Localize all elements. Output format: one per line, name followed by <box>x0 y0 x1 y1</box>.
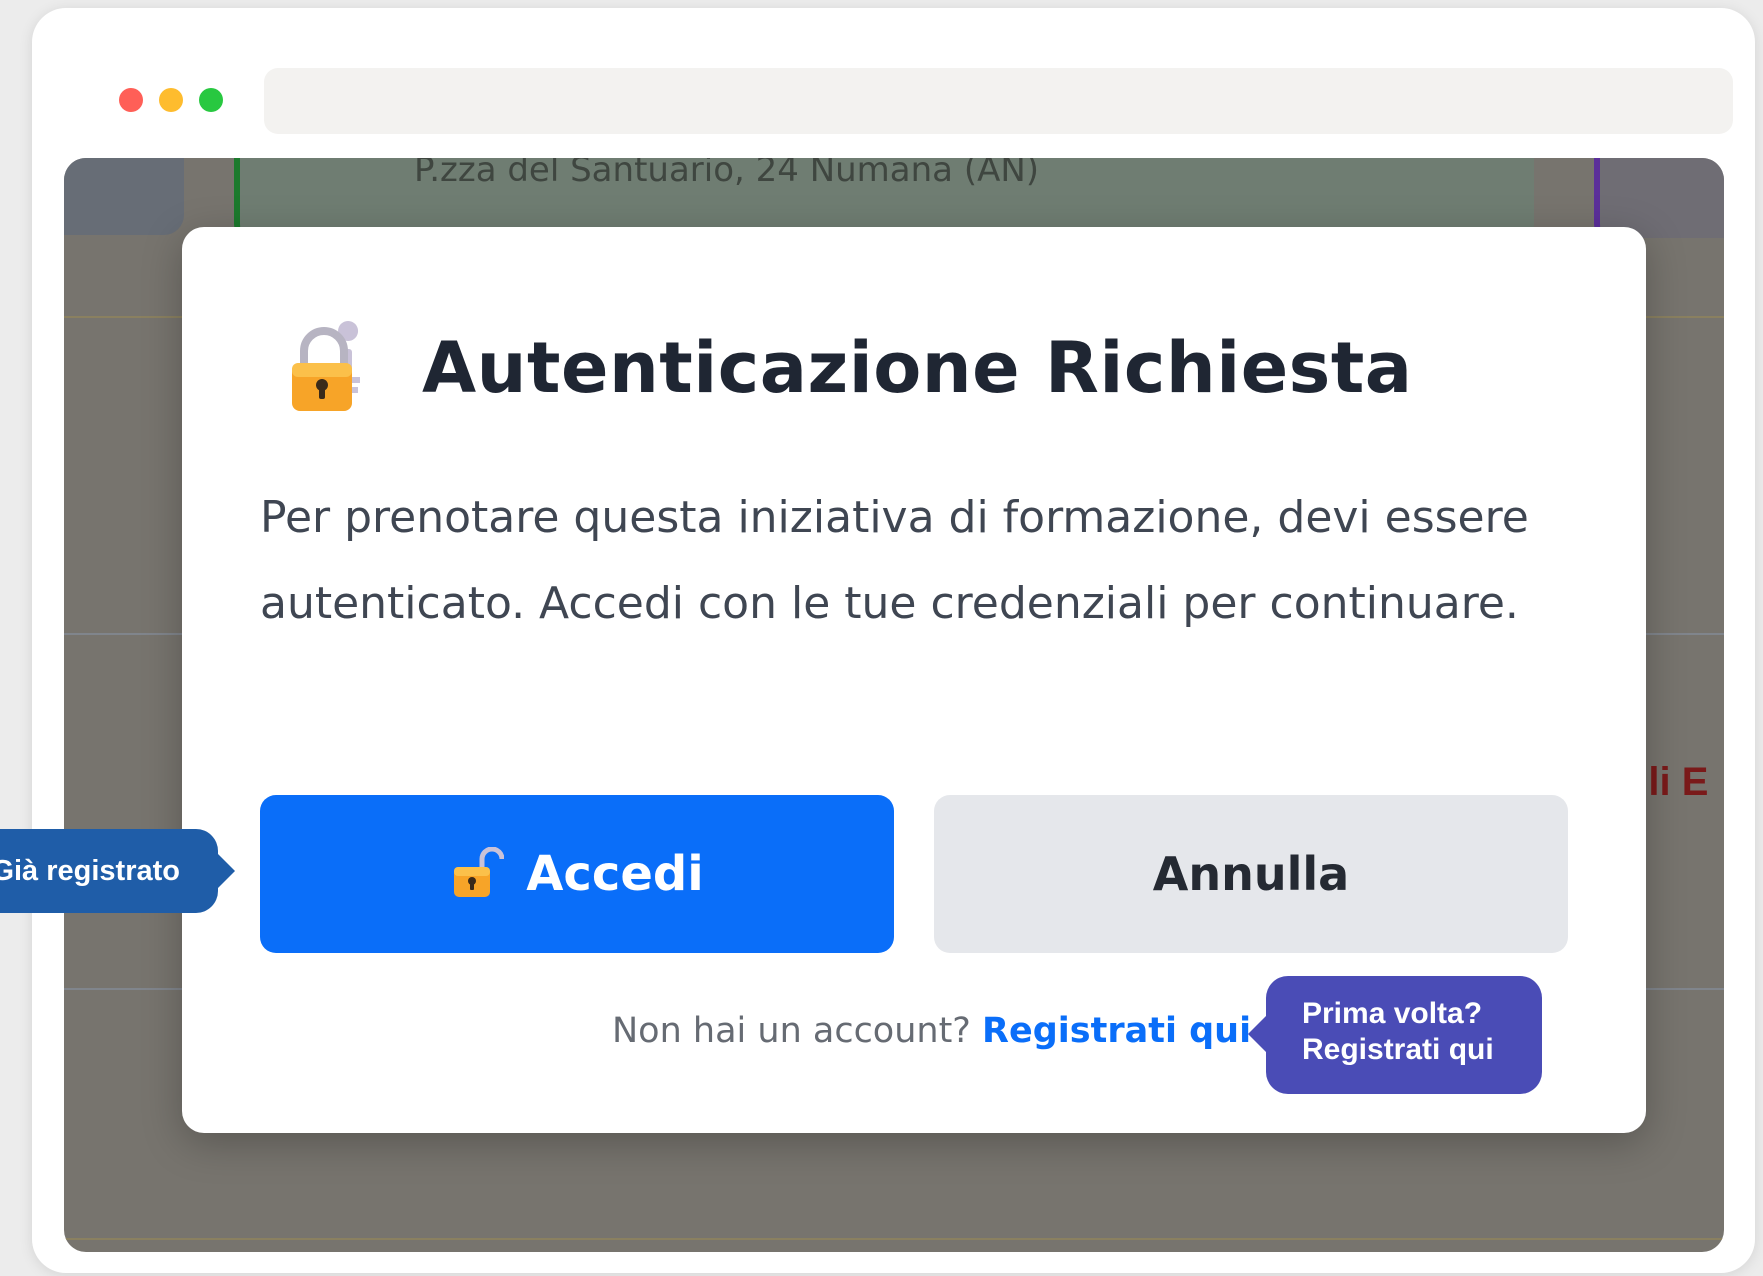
locked-with-key-icon <box>292 321 360 411</box>
address-bar[interactable] <box>264 68 1733 134</box>
background-card-left <box>64 158 184 235</box>
modal-title: Autenticazione Richiesta <box>422 327 1413 409</box>
tooltip-first-time: Prima volta? Registrati qui <box>1266 976 1542 1094</box>
cancel-button-label: Annulla <box>1152 847 1350 901</box>
tooltip-arrow <box>1248 1016 1266 1052</box>
unlocked-icon <box>454 847 505 897</box>
register-link[interactable]: Registrati qui <box>982 1011 1251 1051</box>
cancel-button[interactable]: Annulla <box>934 795 1568 953</box>
background-address-text: P.zza del Santuario, 24 Numana (AN) <box>414 158 1040 190</box>
tooltip-already-registered: Già registrato <box>0 829 218 913</box>
window-close-dot[interactable] <box>119 88 143 112</box>
register-prompt-text: Non hai un account? <box>612 1011 971 1051</box>
tooltip-first-time-line2: Registrati qui <box>1302 1033 1494 1066</box>
window-minimize-dot[interactable] <box>159 88 183 112</box>
tooltip-first-time-line1: Prima volta? <box>1302 997 1483 1030</box>
background-card-right <box>1594 158 1724 238</box>
modal-message: Per prenotare questa iniziativa di forma… <box>260 492 1529 629</box>
window-maximize-dot[interactable] <box>199 88 223 112</box>
login-button[interactable]: Accedi <box>260 795 894 953</box>
divider <box>64 1238 1724 1240</box>
login-button-label: Accedi <box>526 846 704 902</box>
tooltip-arrow <box>217 853 235 889</box>
register-prompt-row: Non hai un account? Registrati qui <box>612 1011 1251 1051</box>
